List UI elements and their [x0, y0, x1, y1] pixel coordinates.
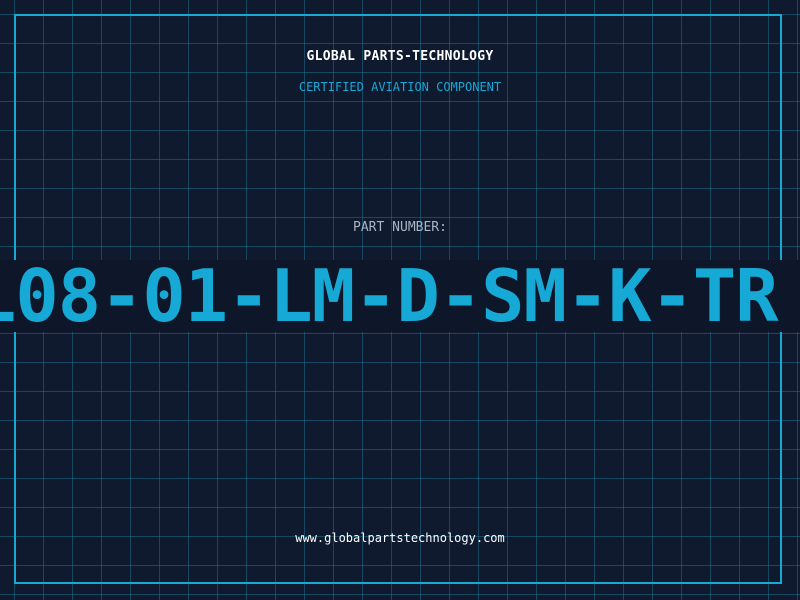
- certification-tagline: CERTIFIED AVIATION COMPONENT: [298, 80, 502, 94]
- part-card: GLOBAL PARTS-TECHNOLOGY CERTIFIED AVIATI…: [0, 0, 800, 600]
- website-url: www.globalpartstechnology.com: [295, 531, 505, 545]
- part-number-value: L08-01-LM-D-SM-K-TR: [0, 260, 779, 332]
- part-number-band: L08-01-LM-D-SM-K-TR: [0, 260, 800, 332]
- part-number-label: PART NUMBER:: [353, 220, 447, 235]
- company-name: GLOBAL PARTS-TECHNOLOGY: [306, 49, 494, 64]
